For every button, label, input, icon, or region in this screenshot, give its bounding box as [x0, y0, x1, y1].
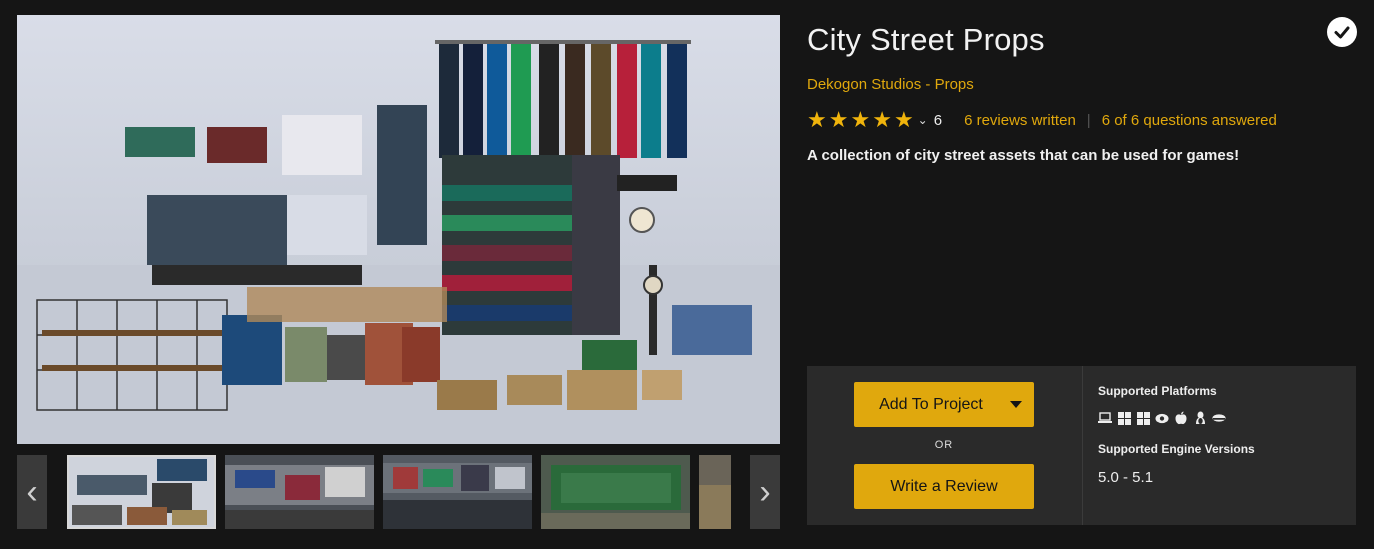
laptop-icon [1098, 411, 1112, 425]
windows-icon [1117, 411, 1131, 425]
chevron-left-icon: ‹ [26, 472, 38, 511]
thumbnail-1[interactable] [67, 455, 216, 529]
byline-separator: - [925, 76, 931, 93]
engine-versions: 5.0 - 5.1 [1098, 469, 1154, 486]
star-icon: ★ [828, 107, 849, 132]
chevron-down-icon[interactable]: ⌄ [918, 113, 928, 127]
write-review-label: Write a Review [890, 477, 998, 495]
chevron-right-icon: › [759, 472, 771, 511]
star-icon: ★ [872, 107, 892, 132]
linux-icon [1193, 411, 1207, 425]
rating-row: ★ ★ ★ ★ ★ ⌄ 6 6 reviews written | 6 of 6… [807, 109, 1277, 131]
thumbnail-4[interactable] [541, 455, 690, 529]
questions-link[interactable]: 6 of 6 questions answered [1102, 112, 1277, 129]
thumbnail-5-image [699, 455, 731, 529]
windows-icon [1136, 411, 1150, 425]
product-preview-image[interactable] [17, 15, 780, 444]
star-rating[interactable]: ★ ★ ★ ★ ★ [807, 107, 914, 132]
product-title: City Street Props [807, 22, 1045, 57]
thumbnail-2-image [225, 455, 374, 529]
vr-icon [1155, 411, 1169, 425]
previous-arrow-button[interactable]: ‹ [17, 455, 47, 529]
add-to-project-label: Add To Project [879, 395, 983, 413]
platforms-heading: Supported Platforms [1098, 384, 1217, 398]
preview-illustration [17, 40, 780, 444]
rating-count: 6 [933, 111, 943, 129]
thumbnail-4-image [541, 455, 690, 529]
thumbnail-5[interactable] [699, 455, 731, 529]
next-arrow-button[interactable]: › [750, 455, 780, 529]
action-panel: Add To Project OR Write a Review Support… [807, 366, 1356, 525]
product-byline: Dekogon Studios - Props [807, 76, 974, 93]
star-icon: ★ [807, 107, 827, 132]
caret-down-icon[interactable] [1010, 401, 1022, 408]
reviews-link[interactable]: 6 reviews written [964, 112, 1076, 129]
platform-icons [1098, 411, 1226, 425]
thumbnail-3-image [383, 455, 532, 529]
thumbnail-1-image [67, 455, 216, 529]
add-to-project-button[interactable]: Add To Project [854, 382, 1034, 427]
star-icon: ★ [850, 107, 871, 132]
panel-divider [1082, 366, 1083, 525]
rating-separator: | [1086, 111, 1091, 129]
or-label: OR [934, 439, 954, 451]
thumbnail-strip: ‹ › [17, 455, 780, 529]
html5-icon [1212, 411, 1226, 425]
write-review-button[interactable]: Write a Review [854, 464, 1034, 509]
star-icon: ★ [893, 107, 914, 132]
thumbnail-2[interactable] [225, 455, 374, 529]
engines-heading: Supported Engine Versions [1098, 442, 1255, 456]
category-link[interactable]: Props [935, 76, 974, 93]
apple-icon [1174, 411, 1188, 425]
owned-check-icon[interactable] [1327, 17, 1357, 47]
seller-link[interactable]: Dekogon Studios [807, 76, 921, 93]
thumbnail-3[interactable] [383, 455, 532, 529]
product-description: A collection of city street assets that … [807, 147, 1240, 164]
